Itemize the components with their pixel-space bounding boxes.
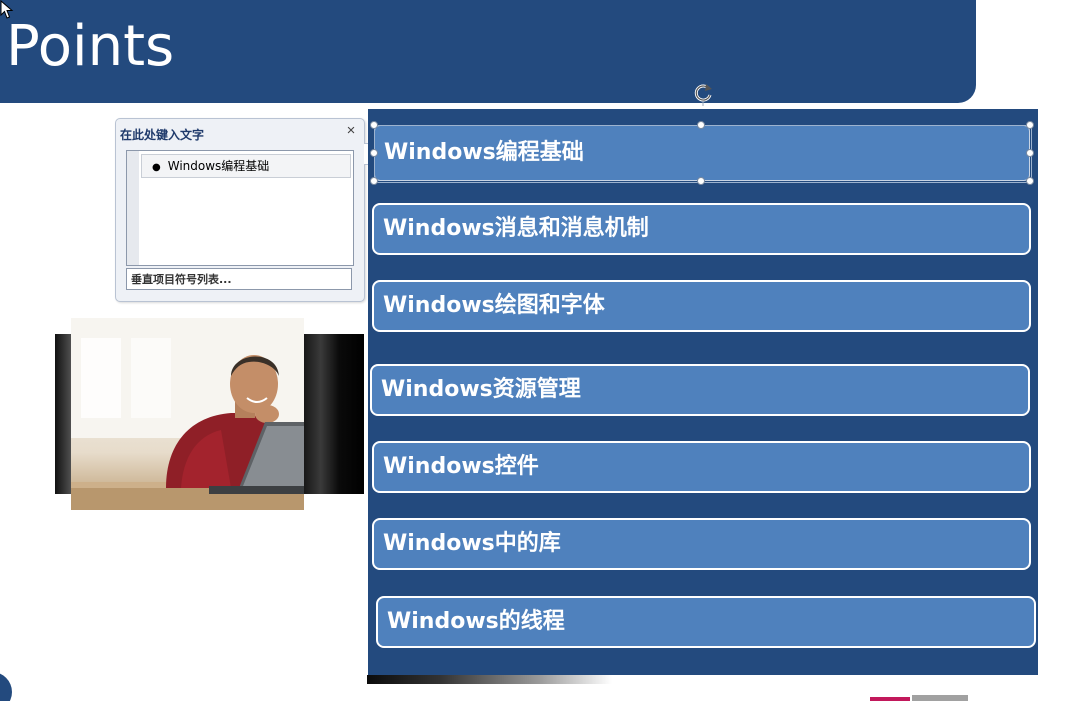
bullet-icon: ● [152, 162, 161, 173]
resize-handle-ne[interactable] [1026, 121, 1034, 129]
text-pane-title: 在此处键入文字 [120, 128, 205, 142]
resize-handle-sw[interactable] [370, 177, 378, 185]
text-pane-editor[interactable]: ● Windows编程基础 [126, 150, 354, 266]
smartart-item-resources[interactable]: Windows资源管理 [370, 364, 1030, 416]
resize-handle-s[interactable] [697, 177, 705, 185]
text-pane-item-label: Windows编程基础 [167, 159, 270, 173]
resize-handle-w[interactable] [370, 149, 378, 157]
resize-handle-n[interactable] [697, 121, 705, 129]
text-pane-list-item[interactable]: ● Windows编程基础 [141, 154, 351, 178]
smartart-item-controls[interactable]: Windows控件 [372, 441, 1031, 493]
layout-name-link[interactable]: 垂直项目符号列表... [126, 268, 352, 290]
arrow-cursor-icon [0, 0, 14, 19]
smartart-item-graphics-fonts[interactable]: Windows绘图和字体 [372, 280, 1031, 332]
logo-icon [870, 695, 968, 701]
smartart-item-windows-basics[interactable]: Windows编程基础 [374, 125, 1030, 181]
close-icon[interactable]: × [344, 123, 358, 139]
resize-handle-e[interactable] [1026, 149, 1034, 157]
smartart-item-threads[interactable]: Windows的线程 [376, 596, 1036, 648]
smartart-text-pane[interactable]: 在此处键入文字 × ● Windows编程基础 垂直项目符号列表... [115, 118, 365, 302]
corner-decoration [0, 672, 12, 701]
editor-gutter [127, 151, 139, 265]
man-with-laptop-photo[interactable] [71, 318, 304, 510]
resize-handle-nw[interactable] [370, 121, 378, 129]
resize-handle-se[interactable] [1026, 177, 1034, 185]
slide-title[interactable]: Points [6, 12, 174, 82]
smartart-item-messages[interactable]: Windows消息和消息机制 [372, 203, 1031, 255]
slide-canvas: Points 在此处键入文字 × ● Windows编程基础 垂直项目符号列表..… [0, 0, 1066, 701]
rotate-handle-icon[interactable] [690, 80, 716, 106]
smartart-item-libraries[interactable]: Windows中的库 [372, 518, 1031, 570]
gradient-divider [367, 675, 612, 684]
